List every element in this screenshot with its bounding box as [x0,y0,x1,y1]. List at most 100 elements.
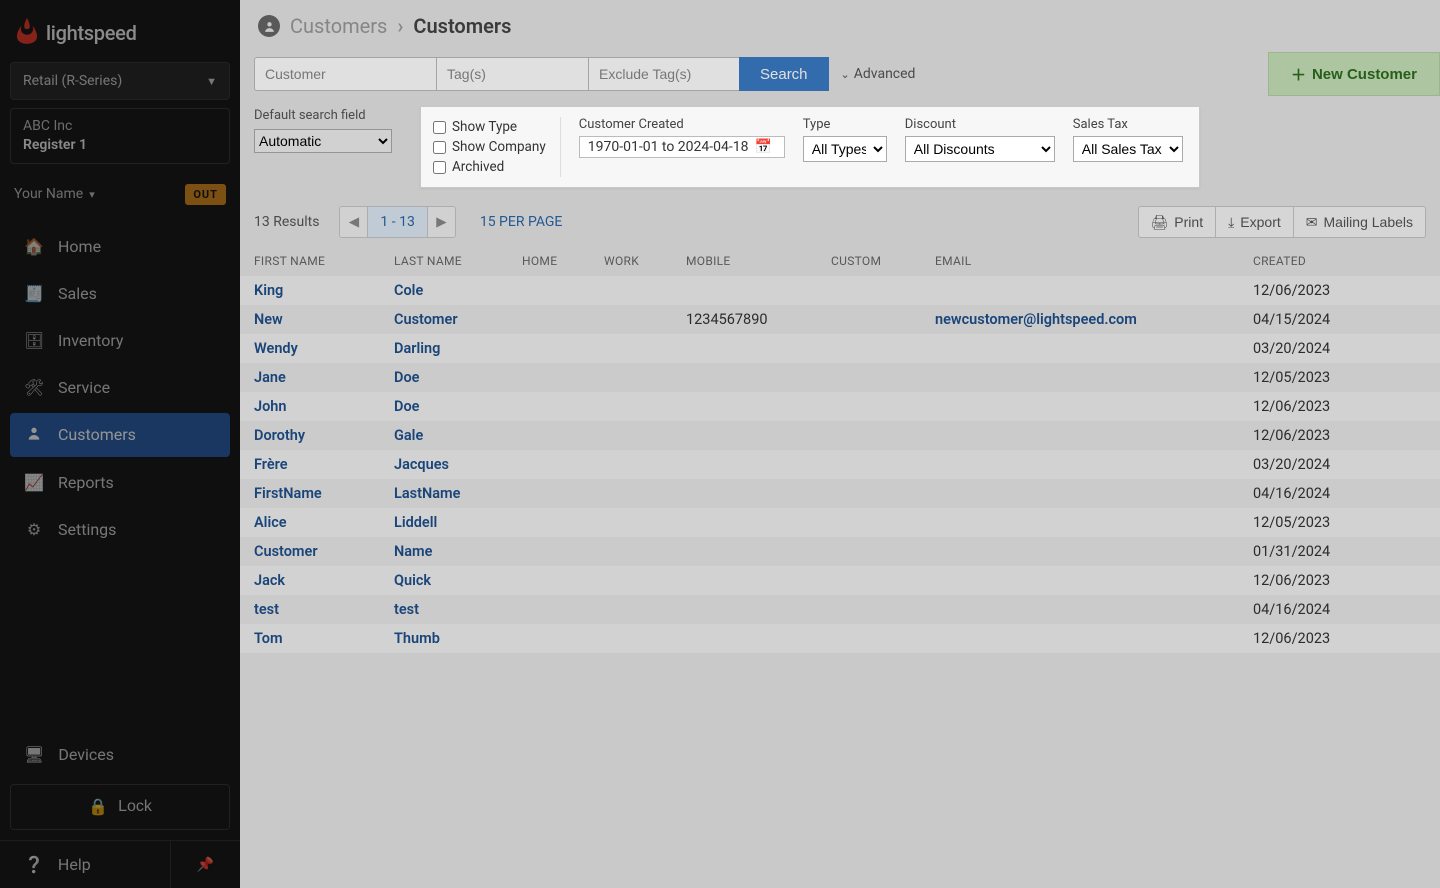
discount-select[interactable]: All Discounts [905,136,1055,162]
cell-first-name[interactable]: Jack [254,572,394,589]
col-first-name[interactable]: FIRST NAME [254,254,394,268]
cell-first-name[interactable]: Alice [254,514,394,531]
col-work[interactable]: WORK [604,254,686,268]
table-row[interactable]: CustomerName01/31/2024 [240,537,1440,566]
nav-home[interactable]: 🏠 Home [10,225,230,268]
show-company-checkbox[interactable]: Show Company [433,139,546,155]
user-name-dropdown[interactable]: Your Name ▾ [14,186,95,202]
cell-created: 12/06/2023 [1253,282,1403,299]
nav-reports[interactable]: 📈 Reports [10,461,230,504]
search-exclude-tag-input[interactable] [588,57,740,91]
search-customer-input[interactable] [254,57,436,91]
cell-first-name[interactable]: FirstName [254,485,394,502]
cell-last-name[interactable]: Darling [394,340,522,357]
default-search-select[interactable]: Automatic [254,129,392,153]
print-button[interactable]: 🖨 Print [1138,206,1217,238]
cell-last-name[interactable]: Name [394,543,522,560]
cell-last-name[interactable]: Liddell [394,514,522,531]
sales-tax-select[interactable]: All Sales Taxes [1073,136,1183,162]
chevron-right-icon: › [397,14,403,38]
cell-last-name[interactable]: Jacques [394,456,522,473]
table-row[interactable]: NewCustomer1234567890newcustomer@lightsp… [240,305,1440,334]
customer-created-field[interactable]: 1970-01-01 to 2024-04-18 📅 [579,136,785,158]
per-page-select[interactable]: 15 PER PAGE [480,214,563,230]
show-company-input[interactable] [433,141,446,154]
col-home[interactable]: HOME [522,254,604,268]
nav-reports-label: Reports [58,473,114,492]
cell-last-name[interactable]: test [394,601,522,618]
cell-last-name[interactable]: Cole [394,282,522,299]
mailing-labels-button[interactable]: ✉ Mailing Labels [1294,206,1426,238]
search-tag-input[interactable] [436,57,588,91]
show-options-col: Show Type Show Company Archived [431,117,561,177]
col-email[interactable]: EMAIL [935,254,1253,268]
search-button[interactable]: Search [739,57,829,91]
company-register-block[interactable]: ABC Inc Register 1 [10,108,230,164]
lock-button[interactable]: 🔒 Lock [10,784,230,830]
advanced-toggle[interactable]: ⌄ Advanced [829,66,928,82]
nav-customers-label: Customers [58,425,136,444]
pager-prev[interactable]: ◀ [340,207,368,237]
cell-last-name[interactable]: Thumb [394,630,522,647]
status-badge-out[interactable]: OUT [185,184,226,205]
company-name: ABC Inc [23,117,217,136]
nav-customers[interactable]: Customers [10,413,230,457]
col-last-name[interactable]: LAST NAME [394,254,522,268]
table-row[interactable]: FirstNameLastName04/16/2024 [240,479,1440,508]
nav-devices[interactable]: 🖥 Devices [10,733,230,776]
breadcrumb-parent[interactable]: Customers [290,14,387,38]
show-type-input[interactable] [433,121,446,134]
nav-sales[interactable]: 🧾 Sales [10,272,230,315]
cell-first-name[interactable]: Wendy [254,340,394,357]
archived-checkbox[interactable]: Archived [433,159,546,175]
help-button[interactable]: ❔ Help [0,841,170,888]
export-label: Export [1240,214,1280,230]
type-select[interactable]: All Types [803,136,887,162]
cell-first-name[interactable]: John [254,398,394,415]
col-mobile[interactable]: MOBILE [686,254,831,268]
table-row[interactable]: AliceLiddell12/05/2023 [240,508,1440,537]
show-type-checkbox[interactable]: Show Type [433,119,546,135]
cell-created: 12/06/2023 [1253,630,1403,647]
col-created[interactable]: CREATED [1253,254,1403,268]
table-row[interactable]: JohnDoe12/06/2023 [240,392,1440,421]
retail-series-select[interactable]: Retail (R-Series) ▼ [10,62,230,100]
default-search-label: Default search field [254,108,420,123]
cell-last-name[interactable]: Doe [394,398,522,415]
cell-first-name[interactable]: test [254,601,394,618]
nav-settings[interactable]: ⚙ Settings [10,508,230,551]
cell-email[interactable]: newcustomer@lightspeed.com [935,311,1253,328]
table-row[interactable]: JackQuick12/06/2023 [240,566,1440,595]
cell-last-name[interactable]: Quick [394,572,522,589]
table-row[interactable]: WendyDarling03/20/2024 [240,334,1440,363]
pin-icon: 📌 [197,857,214,873]
cell-first-name[interactable]: King [254,282,394,299]
cell-last-name[interactable]: Doe [394,369,522,386]
cell-first-name[interactable]: Tom [254,630,394,647]
cell-first-name[interactable]: Frère [254,456,394,473]
new-customer-button[interactable]: ＋ New Customer [1268,52,1440,96]
nav-sales-label: Sales [58,284,97,303]
cell-first-name[interactable]: Dorothy [254,427,394,444]
table-row[interactable]: TomThumb 12/06/2023 [240,624,1440,653]
results-count: 13 Results [254,214,319,230]
nav-service[interactable]: 🛠 Service [10,366,230,409]
pager-next[interactable]: ▶ [427,207,455,237]
archived-input[interactable] [433,161,446,174]
cell-first-name[interactable]: New [254,311,394,328]
table-row[interactable]: JaneDoe12/05/2023 [240,363,1440,392]
cell-first-name[interactable]: Jane [254,369,394,386]
table-row[interactable]: FrèreJacques03/20/2024 [240,450,1440,479]
export-button[interactable]: ⤓ Export [1216,206,1294,238]
cell-last-name[interactable]: Gale [394,427,522,444]
table-row[interactable]: DorothyGale12/06/2023 [240,421,1440,450]
cell-first-name[interactable]: Customer [254,543,394,560]
table-row[interactable]: testtest04/16/2024 [240,595,1440,624]
pin-button[interactable]: 📌 [170,841,240,888]
cell-last-name[interactable]: Customer [394,311,522,328]
export-icon: ⤓ [1228,214,1234,231]
table-row[interactable]: KingCole 12/06/2023 [240,276,1440,305]
nav-inventory[interactable]: 🗄 Inventory [10,319,230,362]
col-custom[interactable]: CUSTOM [831,254,935,268]
cell-last-name[interactable]: LastName [394,485,522,502]
